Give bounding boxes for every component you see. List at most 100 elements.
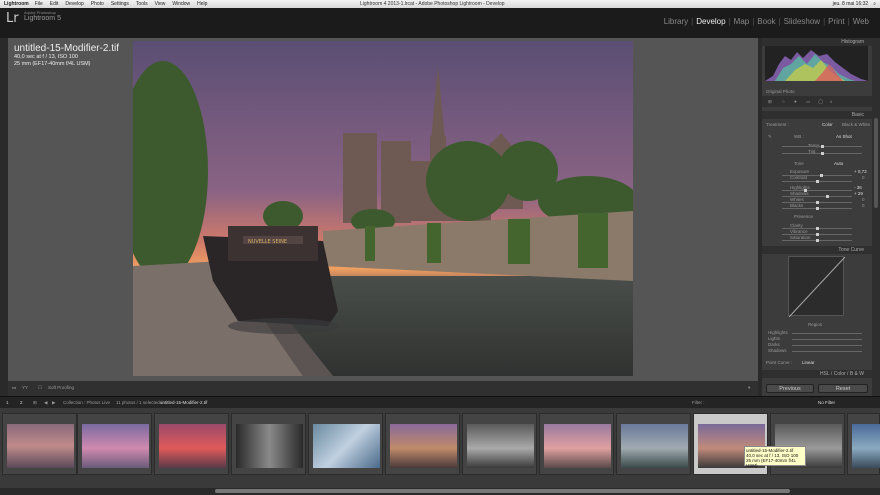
thumbnail-image xyxy=(159,424,226,468)
menu-develop[interactable]: Develop xyxy=(65,1,83,7)
module-book[interactable]: Book xyxy=(754,17,778,26)
clarity-slider-knob[interactable] xyxy=(816,227,819,230)
highlights-value[interactable]: - 36 xyxy=(854,185,862,190)
filmstrip-scroll-thumb[interactable] xyxy=(215,489,790,493)
app-menu[interactable]: Lightroom xyxy=(4,1,29,7)
page-2-button[interactable]: 2 xyxy=(20,400,23,405)
menu-photo[interactable]: Photo xyxy=(91,1,104,7)
region-highlights-slider[interactable] xyxy=(792,333,862,334)
point-curve-select[interactable]: Linear xyxy=(802,360,815,365)
adjustment-brush-icon[interactable]: ◐ xyxy=(830,99,833,104)
spotlight-icon[interactable]: ⌕ xyxy=(873,1,876,7)
thumbnail-image xyxy=(390,424,457,468)
main-photo[interactable]: NUVELLE SEINE xyxy=(133,41,633,376)
page-1-button[interactable]: 1 xyxy=(6,400,9,405)
module-library[interactable]: Library xyxy=(661,17,691,26)
back-arrow-icon[interactable]: ◀ xyxy=(44,400,47,406)
basic-header[interactable]: Basic xyxy=(762,111,872,119)
treatment-color[interactable]: Color xyxy=(822,122,833,127)
module-web[interactable]: Web xyxy=(850,17,872,26)
vibrance-slider-knob[interactable] xyxy=(816,233,819,236)
wb-select[interactable]: As Shot xyxy=(836,134,852,139)
before-after-icon[interactable]: YY xyxy=(22,385,28,390)
right-panel-scroll-thumb[interactable] xyxy=(874,118,878,208)
hsl-header[interactable]: HSL / Color / B & W xyxy=(762,370,872,378)
clock: jeu. 8 mai 16:32 xyxy=(832,1,869,7)
point-curve-label: Point Curve : xyxy=(766,360,793,365)
filmstrip-thumbnail[interactable] xyxy=(462,413,537,475)
current-filename[interactable]: untitled-15-Modifier-2.tif xyxy=(160,400,207,405)
toolbar-menu-icon[interactable]: ▾ xyxy=(748,385,750,391)
shadows-value[interactable]: + 29 xyxy=(854,191,863,196)
radial-filter-icon[interactable]: ◯ xyxy=(818,99,823,105)
histogram-header[interactable]: Histogram xyxy=(762,38,872,46)
region-darks-slider[interactable] xyxy=(792,345,862,346)
exposure-slider-knob[interactable] xyxy=(820,174,823,177)
filter-select[interactable]: No Filter xyxy=(818,400,835,405)
menu-settings[interactable]: Settings xyxy=(111,1,129,7)
module-slideshow[interactable]: Slideshow xyxy=(781,17,823,26)
loupe-view-icon[interactable]: ▭ xyxy=(12,385,16,391)
filmstrip-thumbnail[interactable] xyxy=(539,413,614,475)
filmstrip-scrollbar[interactable] xyxy=(0,488,880,495)
whites-slider-knob[interactable] xyxy=(816,201,819,204)
forward-arrow-icon[interactable]: ▶ xyxy=(52,400,55,406)
thumbnail-tooltip: untitled-15-Modifier-2.tif 40,0 sec at f… xyxy=(744,446,806,468)
filmstrip-thumbnail[interactable] xyxy=(231,413,306,475)
exposure-value[interactable]: + 0,73 xyxy=(854,169,867,174)
thumbnail-image xyxy=(621,424,688,468)
crop-icon[interactable]: ⊞ xyxy=(768,99,772,105)
menu-file[interactable]: File xyxy=(35,1,43,7)
reset-button[interactable]: Reset xyxy=(818,384,868,393)
blacks-slider-knob[interactable] xyxy=(816,207,819,210)
whites-value[interactable]: 0 xyxy=(862,197,865,202)
presence-label: Presence xyxy=(794,214,814,219)
module-develop[interactable]: Develop xyxy=(693,17,728,26)
previous-button[interactable]: Previous xyxy=(766,384,814,393)
red-eye-icon[interactable]: ● xyxy=(794,99,797,104)
region-lights-slider[interactable] xyxy=(792,339,862,340)
contrast-value[interactable]: 0 xyxy=(862,175,865,180)
wb-picker-icon[interactable]: ✎ xyxy=(768,134,772,140)
tone-auto-button[interactable]: Auto xyxy=(834,161,843,166)
treatment-bw[interactable]: Black & White xyxy=(842,122,870,127)
tone-curve-header[interactable]: Tone Curve xyxy=(762,246,872,254)
tint-slider-knob[interactable] xyxy=(821,152,824,155)
filmstrip-thumbnail[interactable] xyxy=(77,413,152,475)
shadows-slider-knob[interactable] xyxy=(826,195,829,198)
develop-right-panel: Histogram Original Photo ⊞ ○ ● ▭ ◯ ◐ Bas… xyxy=(762,38,872,396)
graduated-filter-icon[interactable]: ▭ xyxy=(806,99,810,105)
menu-tools[interactable]: Tools xyxy=(136,1,148,7)
filmstrip-thumbnail[interactable] xyxy=(385,413,460,475)
spot-removal-icon[interactable]: ○ xyxy=(782,99,785,104)
module-print[interactable]: Print xyxy=(825,17,847,26)
module-map[interactable]: Map xyxy=(731,17,753,26)
menu-window[interactable]: Window xyxy=(172,1,190,7)
menu-help[interactable]: Help xyxy=(197,1,207,7)
filmstrip-thumbnail[interactable] xyxy=(847,413,880,475)
thumbnail-image xyxy=(467,424,534,468)
contrast-slider-knob[interactable] xyxy=(816,180,819,183)
blacks-value[interactable]: 0 xyxy=(862,203,865,208)
thumbnail-image xyxy=(852,424,880,468)
filmstrip-thumbnail[interactable] xyxy=(2,413,77,475)
menu-view[interactable]: View xyxy=(155,1,166,7)
info-filename: untitled-15-Modifier-2.tif xyxy=(14,43,120,54)
tone-curve-graph[interactable] xyxy=(788,256,846,318)
filmstrip-thumbnail[interactable] xyxy=(616,413,691,475)
menu-edit[interactable]: Edit xyxy=(50,1,59,7)
soft-proofing-checkbox[interactable]: ☐ xyxy=(38,385,42,391)
collection-label[interactable]: Collection : Photos Live xyxy=(63,400,110,405)
region-shadows-slider[interactable] xyxy=(792,351,862,352)
soft-proofing-label: Soft Proofing xyxy=(48,385,75,390)
filter-label: Filter : xyxy=(692,400,705,405)
lightroom-logo: Lr xyxy=(6,11,19,26)
saturation-slider-knob[interactable] xyxy=(816,239,819,242)
exposure-label: Exposure xyxy=(790,169,810,174)
filmstrip-thumbnail[interactable] xyxy=(308,413,383,475)
temp-slider-knob[interactable] xyxy=(821,145,824,148)
thumbnail-image xyxy=(313,424,380,468)
grid-icon[interactable]: ⊞ xyxy=(33,400,37,406)
right-panel-scrollbar[interactable] xyxy=(872,38,880,396)
filmstrip-thumbnail[interactable] xyxy=(154,413,229,475)
